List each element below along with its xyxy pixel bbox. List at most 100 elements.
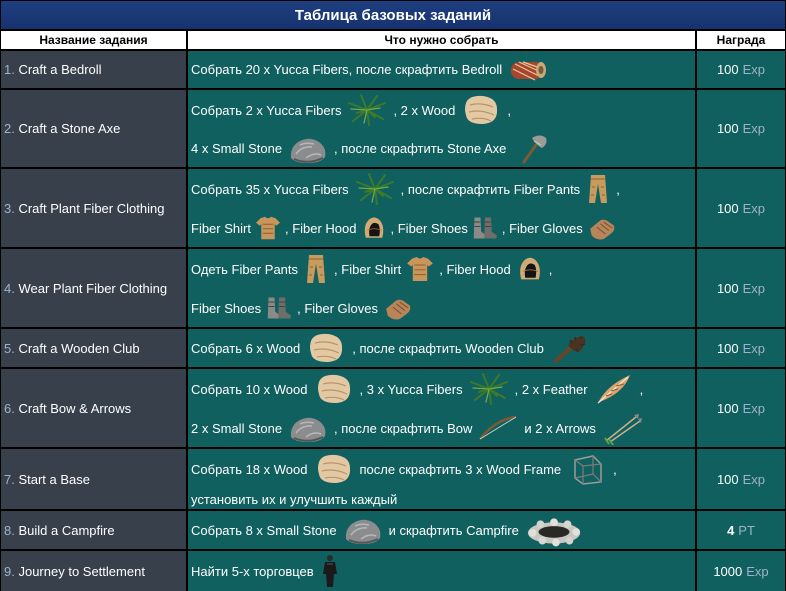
- bedroll-icon: [508, 53, 548, 87]
- yucca-fibers-icon: [347, 93, 387, 127]
- quest-task: Собрать 18 x Wood после скрафтить 3 x Wo…: [188, 449, 695, 509]
- task-text: , Fiber Shoes: [390, 220, 468, 236]
- fiber-pants-icon: [586, 172, 610, 206]
- fiber-hood-icon: [359, 211, 389, 245]
- task-line: 4 x Small Stone , после скрафтить Stone …: [191, 130, 693, 167]
- campfire-icon: [525, 513, 583, 547]
- task-text: , после скрафтить Stone Axe: [334, 141, 507, 156]
- reward-unit: Exp: [742, 340, 766, 356]
- reward-unit: PT: [738, 522, 755, 538]
- table-row: 6. Craft Bow & Arrows Собрать 10 x Wood …: [0, 369, 786, 447]
- task-text: Fiber Shoes: [191, 300, 262, 316]
- wood-frame-icon: [567, 452, 607, 486]
- quest-name: 6. Craft Bow & Arrows: [1, 369, 186, 447]
- task-text: , Fiber Hood: [284, 220, 357, 236]
- quest-task: Собрать 35 x Yucca Fibers , после скрафт…: [188, 169, 695, 247]
- wood-icon: [314, 452, 354, 486]
- task-text: , Fiber Shirt: [334, 261, 402, 277]
- quest-task: Найти 5-х торговцев: [188, 551, 695, 591]
- quest-reward: 100 Exp: [697, 249, 785, 327]
- quest-task: Собрать 10 x Wood , 3 x Yucca Fibers , 2…: [188, 369, 695, 447]
- header-reward: Награда: [697, 31, 785, 49]
- task-text: 4 x Small Stone: [191, 141, 283, 156]
- task-text: , после скрафтить Fiber Pants: [400, 181, 581, 197]
- task-text: , 3 x Yucca Fibers: [359, 381, 463, 397]
- table-row: 7. Start a Base Собрать 18 x Wood после …: [0, 449, 786, 509]
- task-line: установить их и улучшить каждый: [191, 489, 693, 509]
- task-text: , 2 x Wood: [393, 102, 456, 118]
- quest-reward: 1000 Exp: [697, 551, 785, 591]
- small-stone-icon: [343, 513, 383, 547]
- quest-task: Собрать 2 x Yucca Fibers , 2 x Wood , 4 …: [188, 90, 695, 167]
- task-line: Fiber Shoes , Fiber Gloves: [191, 289, 693, 327]
- quest-number: 9.: [4, 563, 15, 579]
- quest-title: Craft Bow & Arrows: [18, 400, 132, 416]
- task-text: Собрать 18 x Wood: [191, 461, 308, 477]
- reward-unit: Exp: [742, 200, 766, 216]
- reward-unit: Exp: [742, 400, 766, 416]
- task-text: ,: [507, 102, 511, 118]
- table-row: 2. Craft a Stone Axe Собрать 2 x Yucca F…: [0, 90, 786, 167]
- quest-name: 4. Wear Plant Fiber Clothing: [1, 249, 186, 327]
- quest-number: 4.: [4, 280, 15, 296]
- quest-task: Собрать 20 x Yucca Fibers, после скрафти…: [188, 51, 695, 88]
- small-stone-icon: [288, 132, 328, 166]
- task-text: и скрафтить Campfire: [388, 522, 519, 538]
- yucca-fibers-icon: [355, 172, 395, 206]
- fiber-gloves-icon: [381, 291, 415, 325]
- yucca-fibers-icon: [469, 372, 509, 406]
- quest-task: Собрать 8 x Small Stone и скрафтить Camp…: [188, 511, 695, 549]
- fiber-shoes-icon: [264, 291, 294, 325]
- quest-reward: 100 Exp: [697, 329, 785, 367]
- task-text: 2 x Small Stone: [191, 420, 283, 436]
- wooden-club-icon: [550, 331, 590, 365]
- task-line: Собрать 20 x Yucca Fibers, после скрафти…: [191, 51, 693, 88]
- table-row: 5. Craft a Wooden Club Собрать 6 x Wood …: [0, 329, 786, 367]
- task-text: Собрать 6 x Wood: [191, 340, 301, 356]
- quest-reward: 100 Exp: [697, 449, 785, 509]
- quest-name: 2. Craft a Stone Axe: [1, 90, 186, 167]
- fiber-shoes-icon: [470, 211, 500, 245]
- task-text: Собрать 10 x Wood: [191, 381, 308, 397]
- table-row: 3. Craft Plant Fiber Clothing Собрать 35…: [0, 169, 786, 247]
- task-text: ,: [616, 181, 620, 197]
- quest-title: Craft a Stone Axe: [18, 121, 121, 136]
- reward-unit: Exp: [746, 563, 769, 579]
- fiber-pants-icon: [304, 252, 328, 286]
- arrows-icon: [602, 411, 642, 445]
- reward-unit: Exp: [742, 471, 766, 487]
- task-line: 2 x Small Stone , после скрафтить Bow и …: [191, 409, 693, 447]
- task-line: Собрать 8 x Small Stone и скрафтить Camp…: [191, 511, 693, 549]
- reward-value: 100: [716, 400, 739, 416]
- reward-value: 100: [716, 471, 739, 487]
- quest-title: Start a Base: [18, 471, 91, 487]
- quest-number: 2.: [4, 121, 15, 136]
- task-text: , Fiber Gloves: [297, 300, 379, 316]
- task-line: Одеть Fiber Pants , Fiber Shirt , Fiber …: [191, 249, 693, 289]
- task-text: , Fiber Hood: [439, 261, 511, 277]
- table-row: 8. Build a Campfire Собрать 8 x Small St…: [0, 511, 786, 549]
- fiber-hood-icon: [514, 252, 546, 286]
- reward-value: 100: [716, 121, 739, 136]
- feather-icon: [594, 372, 634, 406]
- fiber-gloves-icon: [585, 211, 619, 245]
- task-line: Найти 5-х торговцев: [191, 551, 693, 591]
- fiber-shirt-icon: [404, 252, 436, 286]
- quest-task: Одеть Fiber Pants , Fiber Shirt , Fiber …: [188, 249, 695, 327]
- task-text: Fiber Shirt: [191, 220, 251, 236]
- quest-reward: 100 Exp: [697, 90, 785, 167]
- task-text: Собрать 35 x Yucca Fibers: [191, 181, 349, 197]
- reward-unit: Exp: [742, 62, 766, 77]
- quest-title: Wear Plant Fiber Clothing: [18, 280, 168, 296]
- quest-reward: 4 PT: [697, 511, 785, 549]
- quest-title: Craft Plant Fiber Clothing: [18, 200, 165, 216]
- task-text: установить их и улучшить каждый: [191, 491, 398, 507]
- reward-value: 100: [716, 280, 739, 296]
- task-text: Одеть Fiber Pants: [191, 261, 299, 277]
- quest-title: Craft a Bedroll: [18, 62, 102, 77]
- quest-reward: 100 Exp: [697, 369, 785, 447]
- quest-name: 7. Start a Base: [1, 449, 186, 509]
- task-text: , 2 x Feather: [514, 381, 588, 397]
- task-text: , после скрафтить Wooden Club: [352, 340, 544, 356]
- task-text: ,: [548, 261, 553, 277]
